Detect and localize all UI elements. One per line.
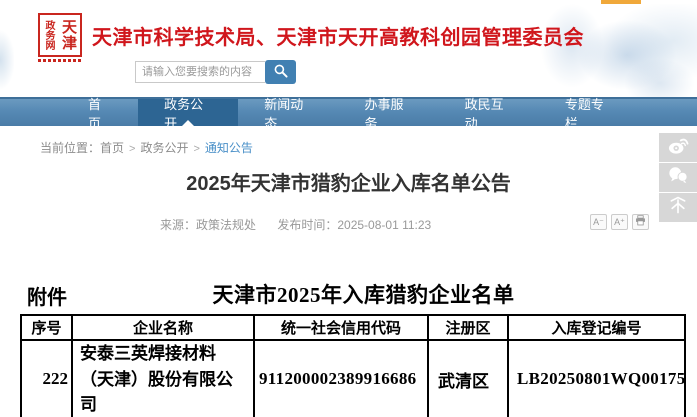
font-decrease-button[interactable]: A⁻: [590, 214, 607, 230]
enterprise-table: 序号 企业名称 统一社会信用代码 注册区 入库登记编号 222 安泰三英焊接材料…: [20, 314, 686, 417]
breadcrumb-prefix: 当前位置：: [40, 141, 100, 155]
cell-seq: 222: [21, 340, 72, 417]
site-header: 天津 政务网 天津市科学技术局、天津市天开高教科创园管理委员会: [0, 0, 697, 97]
seal-subtext: [38, 59, 82, 62]
search-bar: [135, 60, 296, 84]
nav-item-news[interactable]: 新闻动态: [238, 99, 338, 126]
nav-item-gov-affairs[interactable]: 政务公开: [138, 99, 238, 126]
cell-reg-no: LB20250801WQ00175: [508, 340, 685, 417]
cell-credit-code: 911200002389916686: [254, 340, 428, 417]
search-input[interactable]: [135, 61, 265, 83]
printer-icon: [635, 215, 646, 230]
print-button[interactable]: [632, 214, 649, 230]
search-button[interactable]: [265, 60, 296, 84]
wechat-icon: [667, 165, 689, 190]
search-icon: [273, 63, 289, 82]
header-cell-district: 注册区: [428, 315, 508, 340]
table-row: 222 安泰三英焊接材料（天津）股份有限公司 91120000238991668…: [21, 340, 685, 417]
back-to-top-button[interactable]: [659, 193, 697, 222]
page: 天津 政务网 天津市科学技术局、天津市天开高教科创园管理委员会 首页 政务公: [0, 0, 697, 417]
breadcrumb-link-notices[interactable]: 通知公告: [205, 141, 253, 155]
header-cell-company: 企业名称: [72, 315, 254, 340]
seal-text-right: 天津: [58, 19, 79, 51]
share-wechat-button[interactable]: [659, 163, 697, 192]
article-meta: 来源：政策法规处 发布时间：2025-08-01 11:23 A⁻ A⁺: [0, 216, 697, 234]
share-bar: [659, 133, 697, 222]
weibo-icon: [667, 135, 689, 160]
site-title: 天津市科学技术局、天津市天开高教科创园管理委员会: [92, 13, 584, 50]
back-to-top-icon: [668, 195, 688, 220]
table-header-row: 序号 企业名称 统一社会信用代码 注册区 入库登记编号: [21, 315, 685, 340]
attachment-label: 附件: [27, 281, 67, 310]
cell-company: 安泰三英焊接材料（天津）股份有限公司: [72, 340, 254, 417]
article-title: 2025年天津市猎豹企业入库名单公告: [0, 167, 697, 196]
breadcrumb-link-gov-affairs[interactable]: 政务公开: [140, 141, 188, 155]
font-increase-button[interactable]: A⁺: [611, 214, 628, 230]
share-weibo-button[interactable]: [659, 133, 697, 162]
attachment-document: 附件 天津市2025年入库猎豹企业名单 序号 企业名称 统一社会信用代码 注册区…: [0, 279, 697, 417]
main-nav: 首页 政务公开 新闻动态 办事服务 政民互动 专题专栏: [0, 97, 697, 126]
breadcrumb-link-home[interactable]: 首页: [100, 141, 124, 155]
cell-district: 武清区: [428, 340, 508, 417]
header-cell-reg-no: 入库登记编号: [508, 315, 685, 340]
logo-row: 天津 政务网 天津市科学技术局、天津市天开高教科创园管理委员会: [0, 0, 697, 62]
article-source: 来源：政策法规处: [160, 218, 256, 232]
header-cell-credit-code: 统一社会信用代码: [254, 315, 428, 340]
nav-item-interaction[interactable]: 政民互动: [439, 99, 539, 126]
site-logo[interactable]: 天津 政务网: [38, 13, 82, 62]
article-publish-time: 发布时间：2025-08-01 11:23: [277, 218, 431, 232]
nav-item-home[interactable]: 首页: [62, 99, 138, 126]
attachment-header: 附件 天津市2025年入库猎豹企业名单: [0, 279, 697, 309]
gov-seal-icon: 天津 政务网: [38, 13, 82, 57]
font-controls: A⁻ A⁺: [590, 214, 649, 230]
breadcrumb-separator: >: [129, 143, 135, 155]
header-cell-seq: 序号: [21, 315, 72, 340]
breadcrumb-separator: >: [193, 143, 199, 155]
seal-text-left: 政务网: [41, 20, 56, 50]
nav-item-special-topics[interactable]: 专题专栏: [539, 99, 639, 126]
attachment-table-title: 天津市2025年入库猎豹企业名单: [0, 279, 697, 309]
nav-item-services[interactable]: 办事服务: [338, 99, 438, 126]
